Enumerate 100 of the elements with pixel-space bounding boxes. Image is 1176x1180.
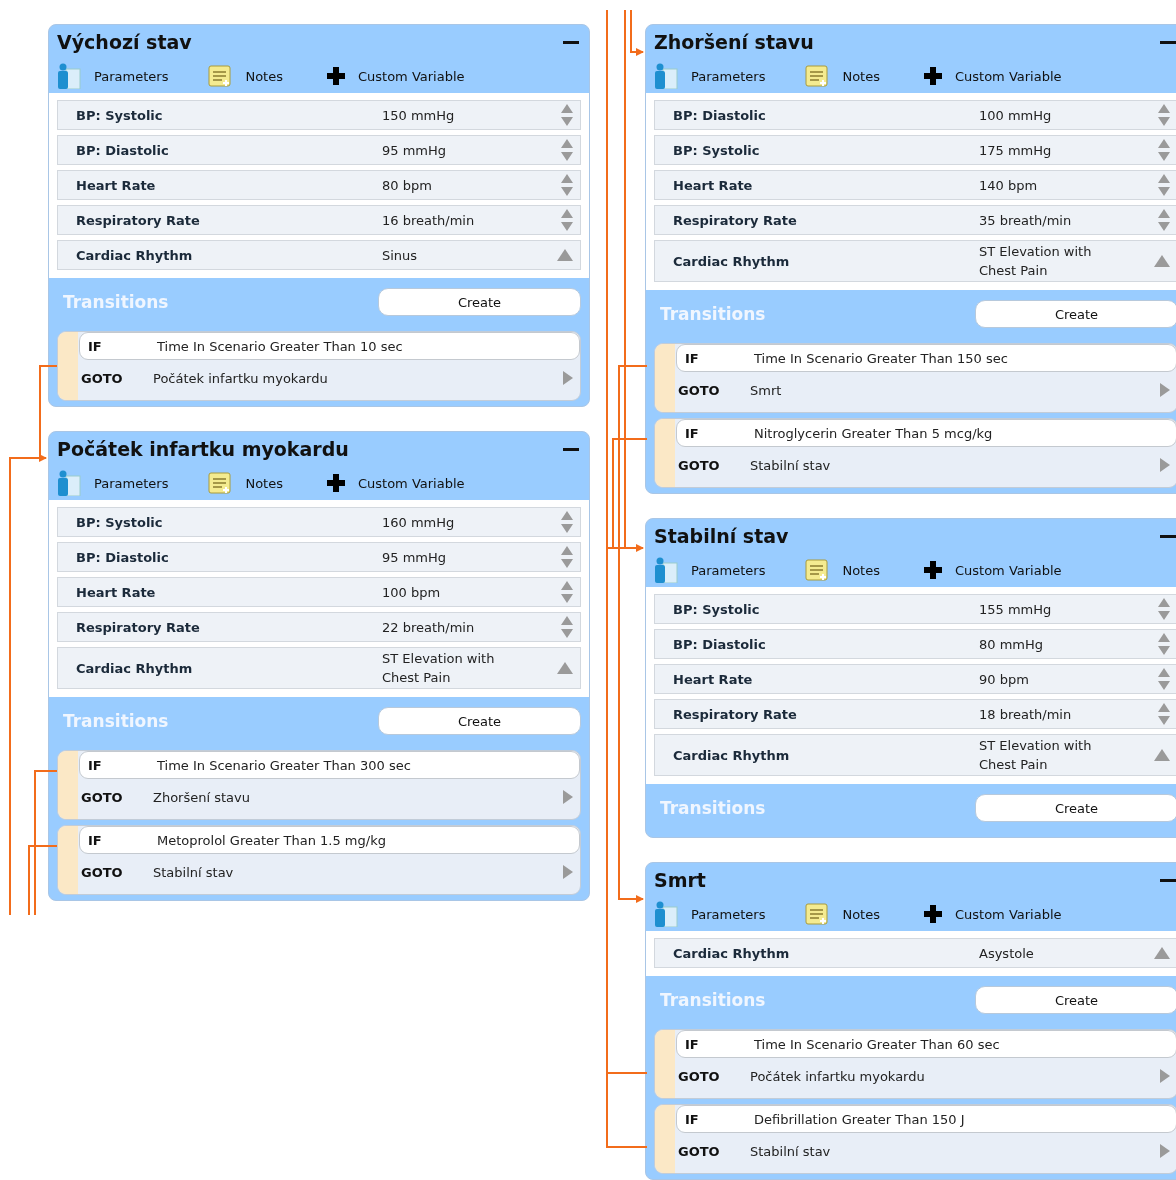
parameter-value: 22 breath/min (382, 618, 476, 637)
create-button[interactable]: Create (378, 707, 581, 735)
spinner-icon[interactable] (560, 510, 574, 534)
drag-handle[interactable] (58, 751, 78, 819)
create-button[interactable]: Create (975, 794, 1176, 822)
expand-arrow-icon[interactable] (1159, 1143, 1171, 1159)
parameter-row[interactable]: BP: Systolic 150 mmHg (57, 100, 581, 130)
collapse-icon[interactable] (1160, 534, 1176, 538)
parameters-tab[interactable]: Parameters (654, 901, 766, 927)
drag-handle[interactable] (655, 1030, 675, 1098)
triangle-up-icon[interactable] (1153, 254, 1171, 268)
expand-arrow-icon[interactable] (562, 864, 574, 880)
notes-tab[interactable]: Notes (805, 558, 880, 582)
parameter-row[interactable]: BP: Systolic 155 mmHg (654, 594, 1176, 624)
drag-handle[interactable] (655, 1105, 675, 1173)
spinner-icon[interactable] (560, 545, 574, 569)
parameter-value: 80 bpm (382, 176, 433, 195)
condition-field[interactable]: IF Metoprolol Greater Than 1.5 mg/kg (79, 826, 580, 854)
parameter-row[interactable]: BP: Diastolic 80 mmHg (654, 629, 1176, 659)
expand-arrow-icon[interactable] (1159, 1068, 1171, 1084)
plus-icon (326, 67, 345, 85)
parameter-row[interactable]: Heart Rate 80 bpm (57, 170, 581, 200)
condition-field[interactable]: IF Defibrillation Greater Than 150 J (676, 1105, 1176, 1133)
parameter-row[interactable]: Heart Rate 90 bpm (654, 664, 1176, 694)
parameter-row[interactable]: Cardiac Rhythm ST Elevation with Chest Pain (57, 647, 581, 689)
spinner-icon[interactable] (560, 208, 574, 232)
parameter-row[interactable]: Heart Rate 140 bpm (654, 170, 1176, 200)
parameter-row[interactable]: Respiratory Rate 22 breath/min (57, 612, 581, 642)
custom-variable-tab[interactable]: Custom Variable (923, 561, 1062, 579)
condition-field[interactable]: IF Time In Scenario Greater Than 60 sec (676, 1030, 1176, 1058)
spinner-icon[interactable] (1157, 667, 1171, 691)
create-button[interactable]: Create (975, 986, 1176, 1014)
custom-variable-tab[interactable]: Custom Variable (923, 67, 1062, 85)
collapse-icon[interactable] (563, 40, 579, 44)
parameters-tab[interactable]: Parameters (654, 63, 766, 89)
parameter-row[interactable]: Cardiac Rhythm Asystole (654, 938, 1176, 968)
spinner-icon[interactable] (1157, 138, 1171, 162)
parameter-row[interactable]: BP: Systolic 175 mmHg (654, 135, 1176, 165)
parameter-row[interactable]: Cardiac Rhythm ST Elevation with Chest Pain (654, 240, 1176, 282)
parameter-row[interactable]: BP: Systolic 160 mmHg (57, 507, 581, 537)
spinner-icon[interactable] (1157, 173, 1171, 197)
drag-handle[interactable] (58, 332, 78, 400)
spinner-icon[interactable] (560, 103, 574, 127)
collapse-icon[interactable] (563, 447, 579, 451)
notes-tab[interactable]: Notes (805, 902, 880, 926)
create-button[interactable]: Create (378, 288, 581, 316)
drag-handle[interactable] (655, 419, 675, 487)
custom-variable-tab[interactable]: Custom Variable (923, 905, 1062, 923)
custom-variable-tab[interactable]: Custom Variable (326, 67, 465, 85)
condition-field[interactable]: IF Time In Scenario Greater Than 150 sec (676, 344, 1176, 372)
spinner-icon[interactable] (1157, 632, 1171, 656)
parameter-row[interactable]: Cardiac Rhythm Sinus (57, 240, 581, 270)
condition-field[interactable]: IF Nitroglycerin Greater Than 5 mcg/kg (676, 419, 1176, 447)
parameter-row[interactable]: BP: Diastolic 95 mmHg (57, 542, 581, 572)
triangle-up-icon[interactable] (556, 661, 574, 675)
expand-arrow-icon[interactable] (562, 370, 574, 386)
parameter-row[interactable]: Heart Rate 100 bpm (57, 577, 581, 607)
spinner-icon[interactable] (560, 580, 574, 604)
triangle-up-icon[interactable] (1153, 748, 1171, 762)
parameter-row[interactable]: Respiratory Rate 35 breath/min (654, 205, 1176, 235)
parameters-tab[interactable]: Parameters (57, 470, 169, 496)
expand-arrow-icon[interactable] (1159, 457, 1171, 473)
triangle-up-icon[interactable] (556, 248, 574, 262)
notes-tab[interactable]: Notes (208, 64, 283, 88)
notes-tab[interactable]: Notes (805, 64, 880, 88)
parameter-value: Asystole (979, 944, 1035, 963)
parameter-row[interactable]: Respiratory Rate 18 breath/min (654, 699, 1176, 729)
parameter-row[interactable]: BP: Diastolic 95 mmHg (57, 135, 581, 165)
parameters-tab[interactable]: Parameters (57, 63, 169, 89)
parameter-name: BP: Systolic (673, 142, 761, 158)
collapse-icon[interactable] (1160, 40, 1176, 44)
parameter-value: 100 bpm (382, 583, 442, 602)
state-title: Počátek infartku myokardu (57, 438, 349, 460)
custom-variable-tab[interactable]: Custom Variable (326, 474, 465, 492)
drag-handle[interactable] (58, 826, 78, 894)
condition-field[interactable]: IF Time In Scenario Greater Than 10 sec (79, 332, 580, 360)
notes-tab[interactable]: Notes (208, 471, 283, 495)
spinner-icon[interactable] (560, 173, 574, 197)
spinner-icon[interactable] (1157, 597, 1171, 621)
spinner-icon[interactable] (560, 138, 574, 162)
expand-arrow-icon[interactable] (562, 789, 574, 805)
parameter-name: Respiratory Rate (76, 619, 201, 635)
spinner-icon[interactable] (1157, 103, 1171, 127)
triangle-up-icon[interactable] (1153, 946, 1171, 960)
if-label: IF (685, 425, 700, 441)
person-icon (654, 901, 678, 927)
spinner-icon[interactable] (560, 615, 574, 639)
create-button[interactable]: Create (975, 300, 1176, 328)
expand-arrow-icon[interactable] (1159, 382, 1171, 398)
spinner-icon[interactable] (1157, 702, 1171, 726)
spinner-icon[interactable] (1157, 208, 1171, 232)
parameters-tab[interactable]: Parameters (654, 557, 766, 583)
parameter-row[interactable]: Respiratory Rate 16 breath/min (57, 205, 581, 235)
transitions-heading: Transitions (62, 711, 169, 731)
collapse-icon[interactable] (1160, 878, 1176, 882)
drag-handle[interactable] (655, 344, 675, 412)
parameter-row[interactable]: Cardiac Rhythm ST Elevation with Chest Pain (654, 734, 1176, 776)
condition-field[interactable]: IF Time In Scenario Greater Than 300 sec (79, 751, 580, 779)
parameter-row[interactable]: BP: Diastolic 100 mmHg (654, 100, 1176, 130)
goto-target: Smrt (750, 382, 782, 398)
